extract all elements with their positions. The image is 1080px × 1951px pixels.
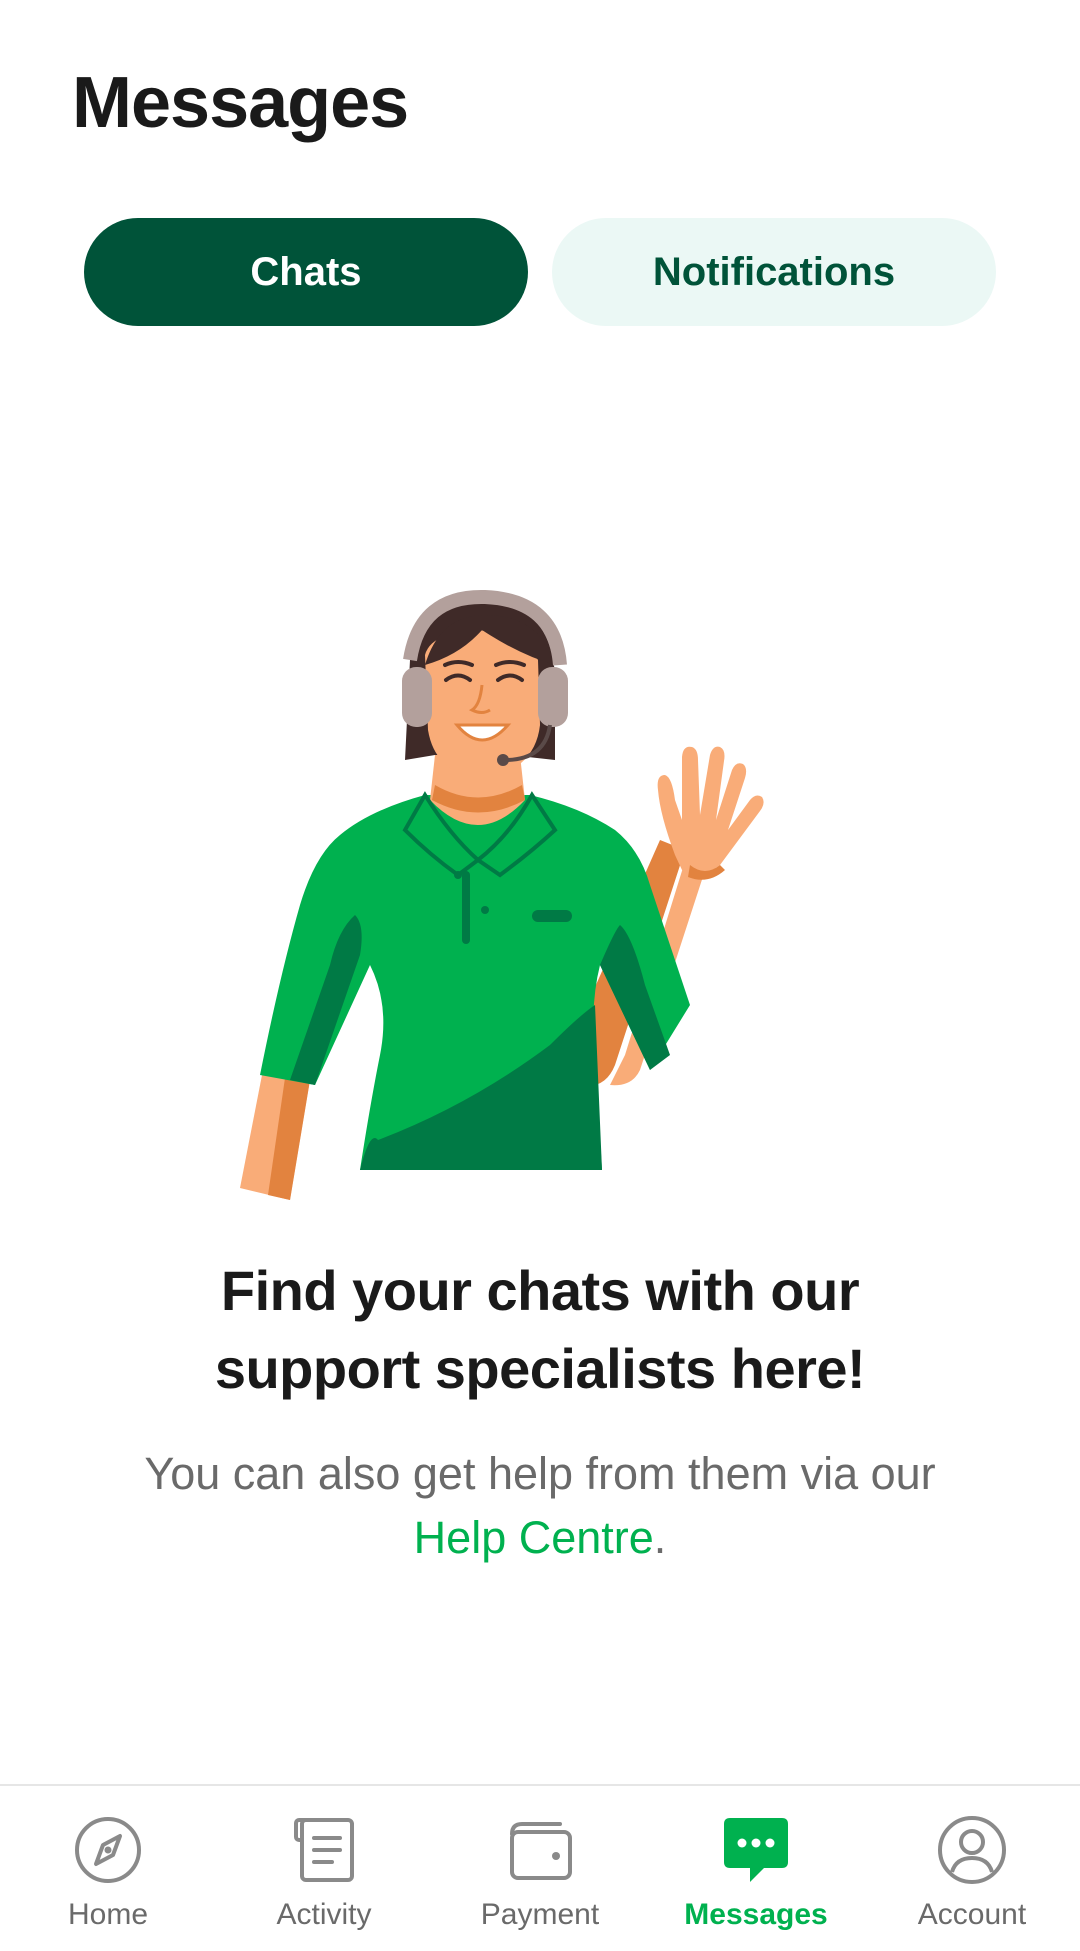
headline-line-2: support specialists here! [214,1337,866,1400]
nav-item-account[interactable]: Account [864,1786,1080,1951]
empty-state-headline: Find your chats with our support special… [90,1252,990,1408]
bottom-navigation: Home Activity Payment Messages Account [0,1784,1080,1951]
message-tabs: Chats Notifications [84,218,996,326]
subtext-line-2: Help Centre. [90,1506,990,1570]
nav-item-messages[interactable]: Messages [648,1786,864,1951]
nav-label-payment: Payment [480,1898,600,1931]
help-suffix: . [653,1512,667,1563]
nav-label-account: Account [917,1898,1027,1931]
wallet-icon [510,1822,572,1880]
tab-chats[interactable]: Chats [84,218,528,326]
user-circle-icon [938,1816,1006,1884]
document-list-icon [294,1818,354,1882]
nav-label-activity: Activity [276,1898,372,1931]
empty-state-subtext: You can also get help from them via our … [90,1442,990,1570]
help-centre-link[interactable]: Help Centre [414,1512,654,1563]
nav-label-messages: Messages [684,1898,828,1931]
support-agent-illustration [240,589,764,1200]
nav-item-home[interactable]: Home [0,1786,216,1951]
nav-item-payment[interactable]: Payment [432,1786,648,1951]
chat-bubble-icon [724,1818,788,1882]
compass-icon [75,1817,141,1883]
headline-line-1: Find your chats with our [220,1259,860,1322]
nav-label-home: Home [67,1898,149,1931]
page-title: Messages [72,63,409,143]
nav-item-activity[interactable]: Activity [216,1786,432,1951]
subtext-line-1: You can also get help from them via our [144,1448,936,1499]
tab-notifications[interactable]: Notifications [552,218,996,326]
messages-screen: Messages Chats Notifications Find your c… [0,0,1080,1951]
